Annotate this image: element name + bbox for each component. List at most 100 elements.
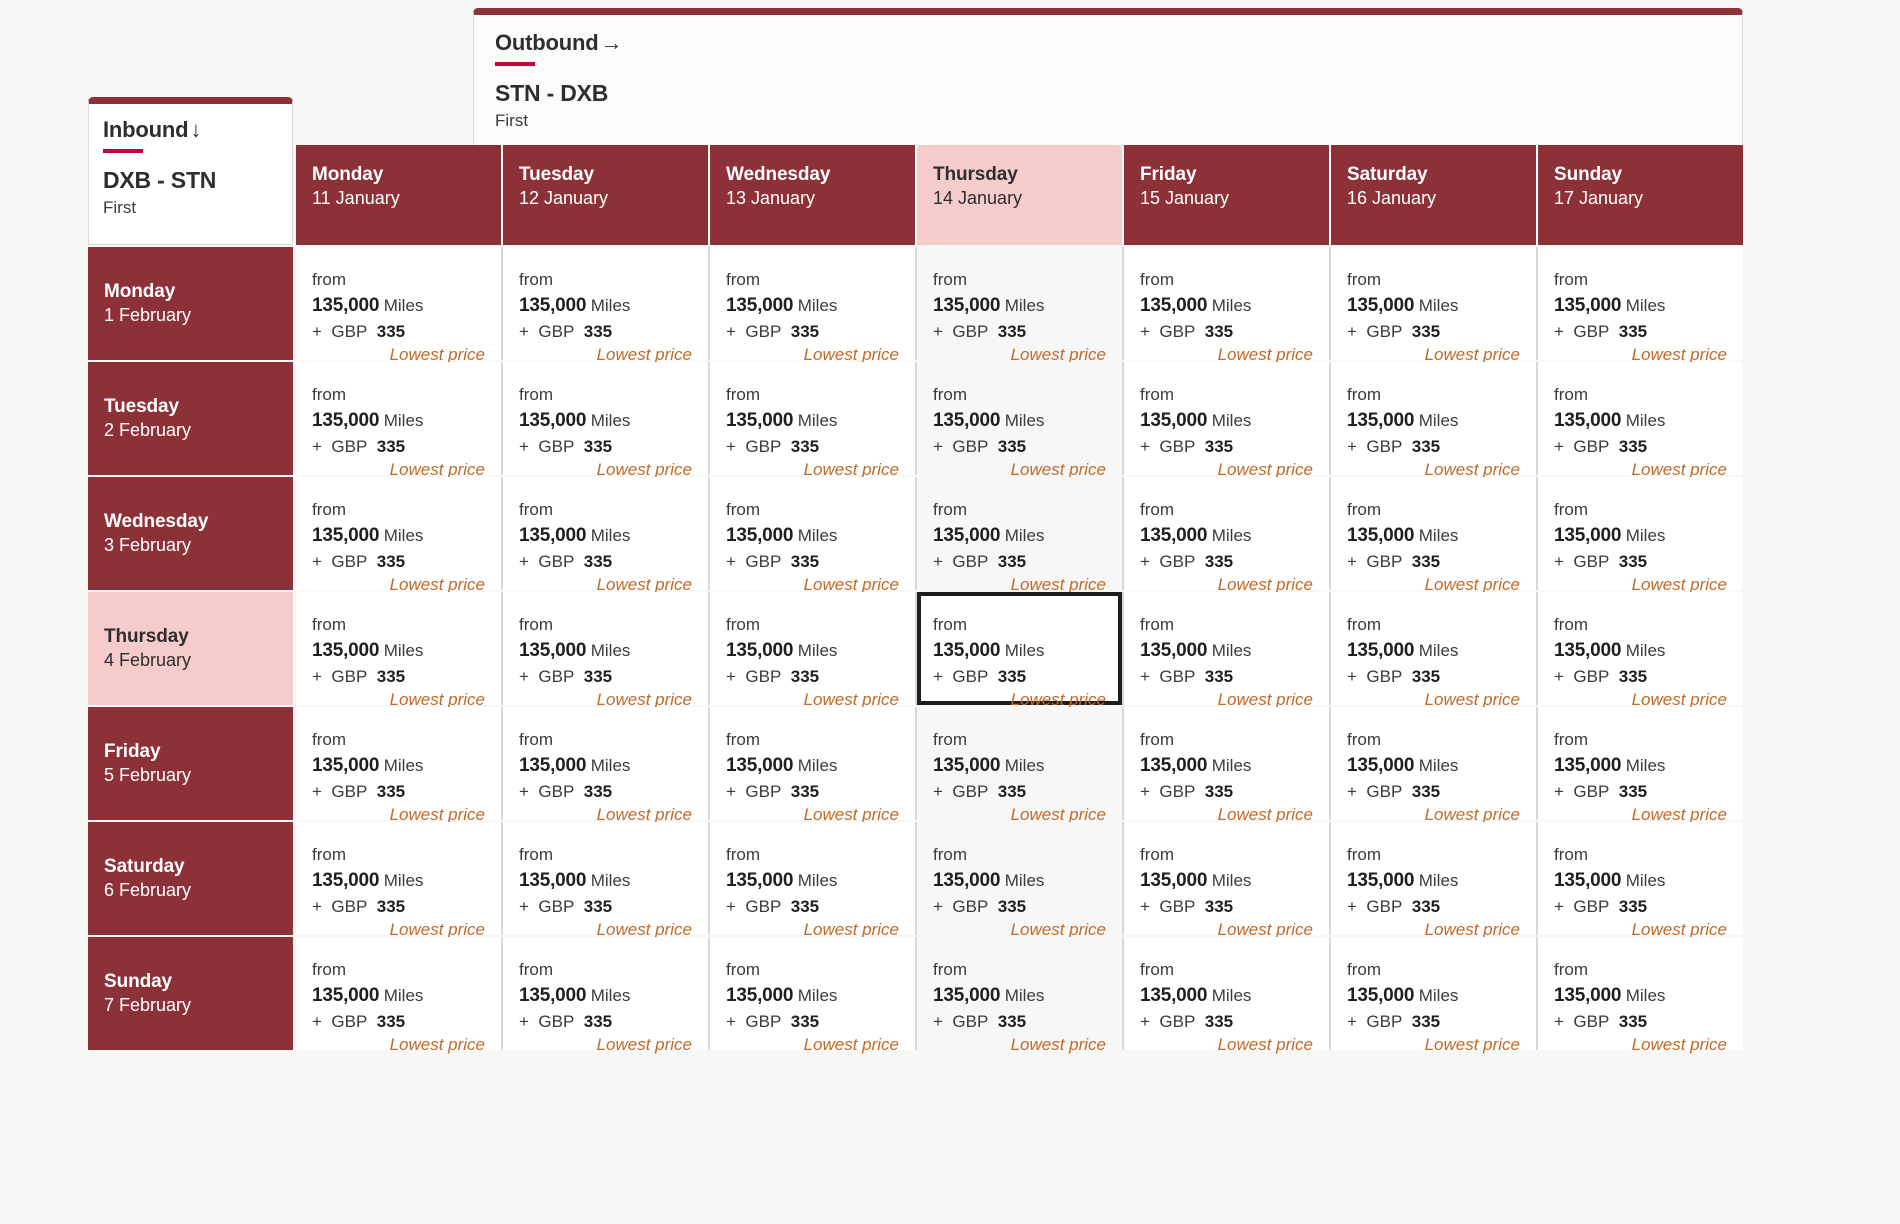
price-cell[interactable]: from 135,000 Miles + GBP 335 Lowest price bbox=[1124, 822, 1329, 939]
price-cell[interactable]: from 135,000 Miles + GBP 335 Lowest price bbox=[1538, 247, 1743, 364]
price-cash-value: 335 bbox=[997, 1011, 1027, 1031]
price-cell[interactable]: from 135,000 Miles + GBP 335 Lowest price bbox=[917, 822, 1122, 939]
price-cell[interactable]: from 135,000 Miles + GBP 335 Lowest price bbox=[917, 937, 1122, 1054]
price-currency: GBP bbox=[1573, 1011, 1610, 1031]
row-header-friday[interactable]: Friday 5 February bbox=[88, 707, 293, 820]
price-cash: + GBP 335 bbox=[1554, 895, 1727, 919]
price-cell[interactable]: from 135,000 Miles + GBP 335 Lowest price bbox=[1538, 592, 1743, 709]
price-cell[interactable]: from 135,000 Miles + GBP 335 Lowest price bbox=[1331, 822, 1536, 939]
row-header-day: Thursday bbox=[104, 625, 189, 647]
row-header-thursday[interactable]: Thursday 4 February bbox=[88, 592, 293, 705]
price-from-label: from bbox=[1554, 385, 1588, 404]
price-miles: 135,000 Miles bbox=[1554, 983, 1727, 1009]
price-currency: GBP bbox=[952, 551, 989, 571]
price-plus-label: + bbox=[1554, 781, 1564, 801]
price-cell[interactable]: from 135,000 Miles + GBP 335 Lowest price bbox=[710, 822, 915, 939]
column-header-friday[interactable]: Friday 15 January bbox=[1124, 145, 1331, 245]
price-miles-unit: Miles bbox=[590, 640, 631, 660]
price-cell[interactable]: from 135,000 Miles + GBP 335 Lowest price bbox=[296, 477, 501, 594]
price-cell[interactable]: from 135,000 Miles + GBP 335 Lowest price bbox=[296, 707, 501, 824]
price-from-label: from bbox=[1347, 960, 1381, 979]
price-cell[interactable]: from 135,000 Miles + GBP 335 Lowest price bbox=[710, 707, 915, 824]
price-cell[interactable]: from 135,000 Miles + GBP 335 Lowest price bbox=[710, 362, 915, 479]
column-header-wednesday[interactable]: Wednesday 13 January bbox=[710, 145, 917, 245]
price-cell[interactable]: from 135,000 Miles + GBP 335 Lowest price bbox=[503, 822, 708, 939]
price-from-label: from bbox=[1554, 730, 1588, 749]
price-cell[interactable]: from 135,000 Miles + GBP 335 Lowest price bbox=[1538, 937, 1743, 1054]
price-cell[interactable]: from 135,000 Miles + GBP 335 Lowest price bbox=[710, 477, 915, 594]
row-header-saturday[interactable]: Saturday 6 February bbox=[88, 822, 293, 935]
price-miles: 135,000 Miles bbox=[1554, 523, 1727, 549]
price-miles-unit: Miles bbox=[797, 640, 838, 660]
price-cell[interactable]: from 135,000 Miles + GBP 335 Lowest price bbox=[710, 247, 915, 364]
column-header-thursday[interactable]: Thursday 14 January bbox=[917, 145, 1124, 245]
price-cell[interactable]: from 135,000 Miles + GBP 335 Lowest price bbox=[296, 592, 501, 709]
price-cell[interactable]: from 135,000 Miles + GBP 335 Lowest price bbox=[503, 707, 708, 824]
price-cell[interactable]: from 135,000 Miles + GBP 335 Lowest price bbox=[503, 592, 708, 709]
price-miles-unit: Miles bbox=[1211, 640, 1252, 660]
price-cell[interactable]: from 135,000 Miles + GBP 335 Lowest price bbox=[917, 362, 1122, 479]
price-cell[interactable]: from 135,000 Miles + GBP 335 Lowest price bbox=[1124, 247, 1329, 364]
price-cell[interactable]: from 135,000 Miles + GBP 335 Lowest price bbox=[296, 247, 501, 364]
price-miles: 135,000 Miles bbox=[312, 868, 485, 894]
row-header-day: Monday bbox=[104, 280, 176, 302]
price-cell-selected[interactable]: from 135,000 Miles + GBP 335 Lowest price bbox=[917, 592, 1122, 709]
price-cell[interactable]: from 135,000 Miles + GBP 335 Lowest price bbox=[710, 937, 915, 1054]
price-cell[interactable]: from 135,000 Miles + GBP 335 Lowest price bbox=[503, 247, 708, 364]
calendar-row: Thursday 4 February from 135,000 Miles + GBP… bbox=[88, 592, 1743, 709]
price-cell[interactable]: from 135,000 Miles + GBP 335 Lowest price bbox=[917, 707, 1122, 824]
row-header-tuesday[interactable]: Tuesday 2 February bbox=[88, 362, 293, 475]
price-miles-value: 135,000 bbox=[1347, 409, 1415, 431]
price-cell[interactable]: from 135,000 Miles + GBP 335 Lowest price bbox=[1538, 477, 1743, 594]
price-cell[interactable]: from 135,000 Miles + GBP 335 Lowest price bbox=[917, 477, 1122, 594]
price-cell[interactable]: from 135,000 Miles + GBP 335 Lowest price bbox=[1331, 247, 1536, 364]
price-cash: + GBP 335 bbox=[933, 1010, 1106, 1034]
price-cell[interactable]: from 135,000 Miles + GBP 335 Lowest price bbox=[1538, 822, 1743, 939]
price-cash: + GBP 335 bbox=[312, 895, 485, 919]
price-cash-value: 335 bbox=[997, 666, 1027, 686]
price-cell[interactable]: from 135,000 Miles + GBP 335 Lowest price bbox=[503, 477, 708, 594]
row-header-sunday[interactable]: Sunday 7 February bbox=[88, 937, 293, 1050]
column-header-tuesday[interactable]: Tuesday 12 January bbox=[503, 145, 710, 245]
price-cell[interactable]: from 135,000 Miles + GBP 335 Lowest price bbox=[503, 937, 708, 1054]
price-miles-value: 135,000 bbox=[1554, 294, 1622, 316]
price-currency: GBP bbox=[331, 781, 368, 801]
price-cell[interactable]: from 135,000 Miles + GBP 335 Lowest price bbox=[710, 592, 915, 709]
row-header-day: Sunday bbox=[104, 970, 173, 992]
price-cell[interactable]: from 135,000 Miles + GBP 335 Lowest price bbox=[1124, 592, 1329, 709]
price-miles-value: 135,000 bbox=[312, 639, 380, 661]
price-cell[interactable]: from 135,000 Miles + GBP 335 Lowest price bbox=[1331, 477, 1536, 594]
price-cell[interactable]: from 135,000 Miles + GBP 335 Lowest price bbox=[1124, 477, 1329, 594]
price-cell[interactable]: from 135,000 Miles + GBP 335 Lowest price bbox=[1124, 937, 1329, 1054]
price-miles: 135,000 Miles bbox=[1347, 638, 1520, 664]
price-miles-unit: Miles bbox=[1004, 755, 1045, 775]
price-cell[interactable]: from 135,000 Miles + GBP 335 Lowest price bbox=[1124, 362, 1329, 479]
column-header-sunday[interactable]: Sunday 17 January bbox=[1538, 145, 1743, 245]
column-header-monday[interactable]: Monday 11 January bbox=[296, 145, 503, 245]
outbound-panel: Outbound → STN - DXB First bbox=[473, 8, 1743, 146]
price-cell[interactable]: from 135,000 Miles + GBP 335 Lowest price bbox=[917, 247, 1122, 364]
price-cell[interactable]: from 135,000 Miles + GBP 335 Lowest price bbox=[1331, 592, 1536, 709]
column-header-saturday[interactable]: Saturday 16 January bbox=[1331, 145, 1538, 245]
price-cell[interactable]: from 135,000 Miles + GBP 335 Lowest price bbox=[1538, 362, 1743, 479]
price-cell[interactable]: from 135,000 Miles + GBP 335 Lowest price bbox=[1538, 707, 1743, 824]
price-cell[interactable]: from 135,000 Miles + GBP 335 Lowest price bbox=[296, 362, 501, 479]
price-cash-value: 335 bbox=[1411, 1011, 1441, 1031]
price-cell[interactable]: from 135,000 Miles + GBP 335 Lowest price bbox=[1331, 937, 1536, 1054]
price-miles-value: 135,000 bbox=[1140, 639, 1208, 661]
price-plus-label: + bbox=[726, 551, 736, 571]
price-miles: 135,000 Miles bbox=[1347, 523, 1520, 549]
row-header-monday[interactable]: Monday 1 February bbox=[88, 247, 293, 360]
price-plus-label: + bbox=[933, 666, 943, 686]
price-cell[interactable]: from 135,000 Miles + GBP 335 Lowest price bbox=[296, 822, 501, 939]
price-plus-label: + bbox=[1140, 781, 1150, 801]
price-cell[interactable]: from 135,000 Miles + GBP 335 Lowest price bbox=[503, 362, 708, 479]
price-cell[interactable]: from 135,000 Miles + GBP 335 Lowest price bbox=[296, 937, 501, 1054]
price-cell[interactable]: from 135,000 Miles + GBP 335 Lowest price bbox=[1331, 707, 1536, 824]
price-cell[interactable]: from 135,000 Miles + GBP 335 Lowest price bbox=[1331, 362, 1536, 479]
calendar-row: Wednesday 3 February from 135,000 Miles + GB… bbox=[88, 477, 1743, 594]
row-header-date: 2 February bbox=[104, 419, 192, 440]
price-miles-unit: Miles bbox=[1418, 985, 1459, 1005]
row-header-wednesday[interactable]: Wednesday 3 February bbox=[88, 477, 293, 590]
price-cell[interactable]: from 135,000 Miles + GBP 335 Lowest price bbox=[1124, 707, 1329, 824]
